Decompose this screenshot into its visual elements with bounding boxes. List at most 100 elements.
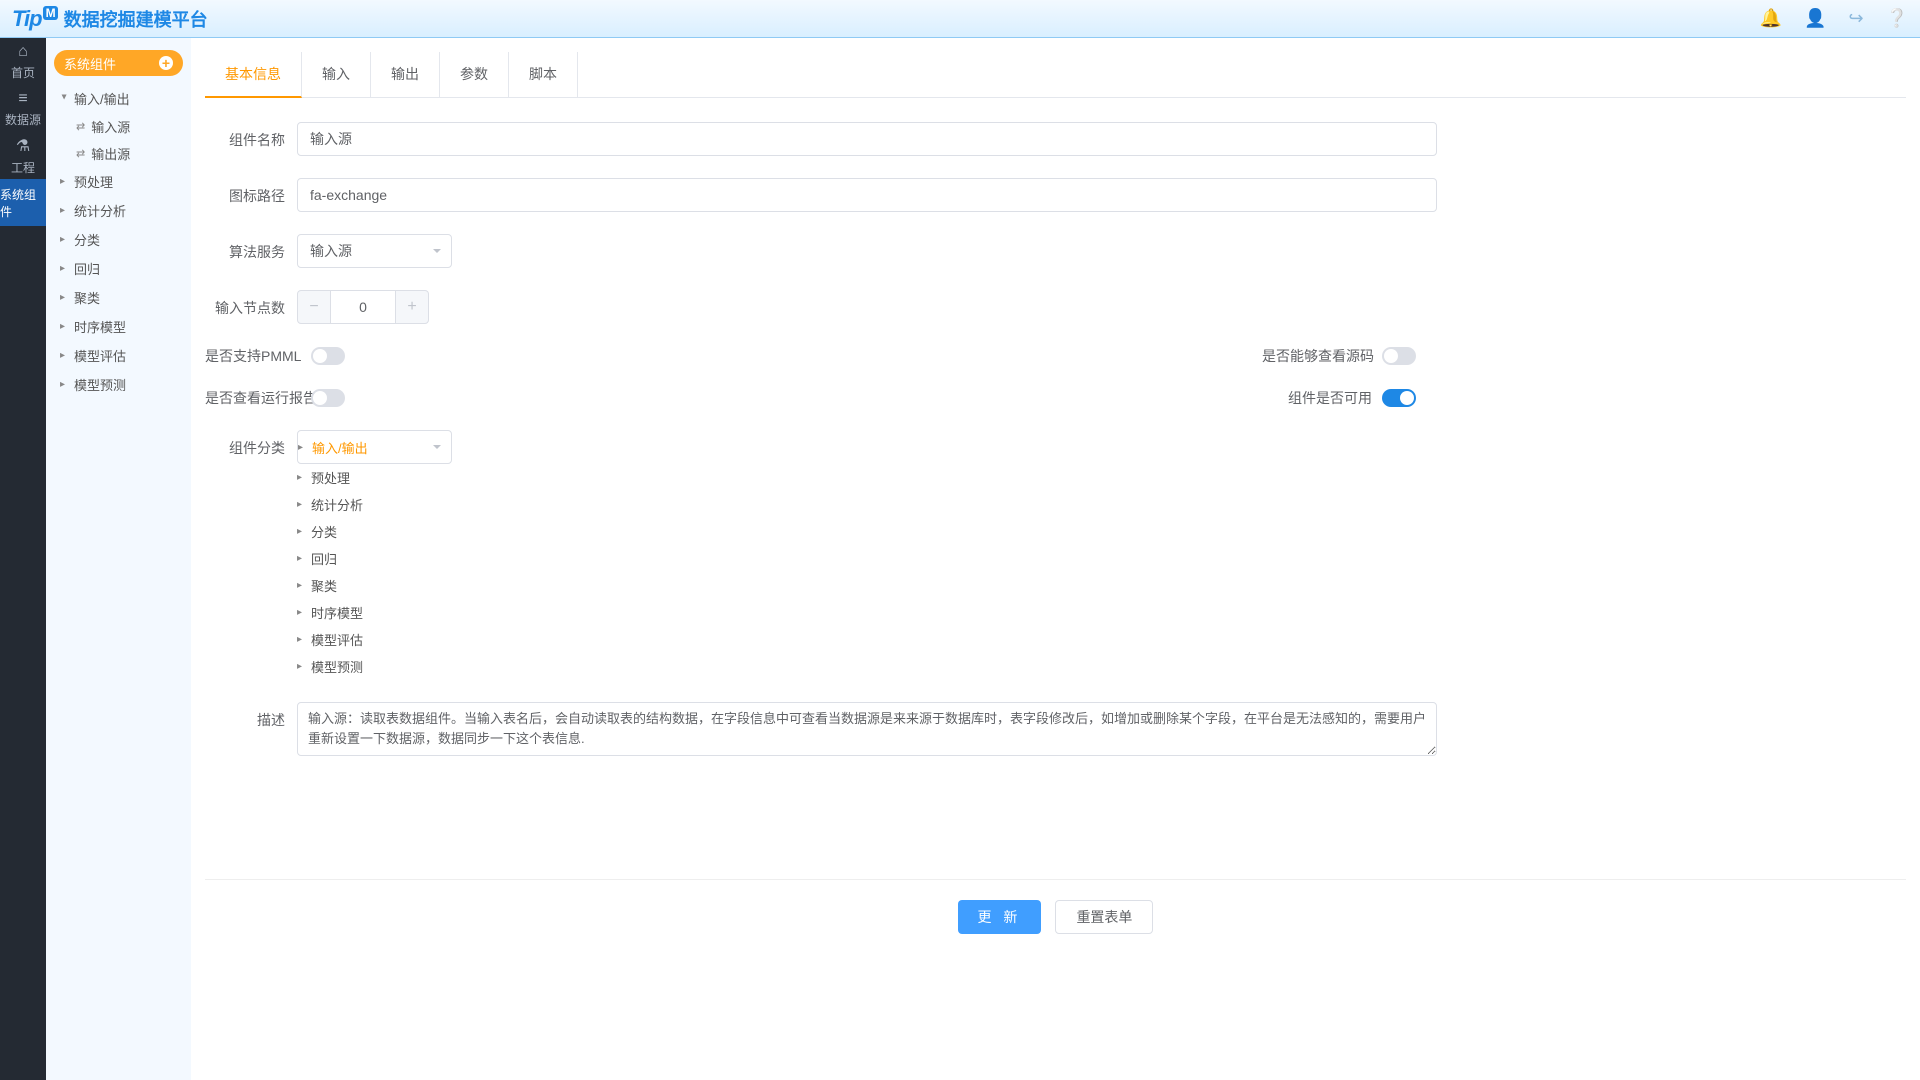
label-desc: 描述 [205, 702, 285, 730]
category-item-聚类[interactable]: ▸聚类 [297, 572, 1906, 599]
caret-icon: ▸ [60, 292, 68, 303]
tree-node-分类[interactable]: ▸ 分类 [54, 225, 183, 254]
caret-icon: ▸ [60, 205, 68, 216]
help-icon[interactable]: ❔ [1886, 8, 1908, 29]
exchange-icon: ⇄ [76, 120, 85, 133]
logo-text: Tip [12, 6, 42, 31]
tree-node-label: 模型评估 [74, 346, 126, 365]
tree-node-时序模型[interactable]: ▸时序模型 [54, 312, 183, 341]
reset-button[interactable]: 重置表单 [1055, 900, 1153, 934]
stepper-plus[interactable]: + [395, 290, 429, 324]
header-icons: 🔔 👤 ↪ ❔ [1760, 8, 1908, 29]
tree-header-pill[interactable]: 系统组件 + [54, 50, 183, 76]
tree-node-label: 预处理 [74, 172, 113, 191]
rail-label: 工程 [11, 159, 35, 176]
tree-node-统计分析[interactable]: ▸统计分析 [54, 196, 183, 225]
tree-node-label: 输入/输出 [74, 89, 130, 108]
label-enable: 组件是否可用 [1262, 388, 1372, 408]
rail-label: 数据源 [5, 111, 41, 128]
category-item-时序模型[interactable]: ▸时序模型 [297, 599, 1906, 626]
tree-leaf-输出源[interactable]: ⇄ 输出源 [54, 140, 183, 167]
caret-icon: ▸ [297, 580, 305, 591]
tab-输入[interactable]: 输入 [302, 52, 371, 97]
category-label: 回归 [311, 549, 337, 568]
form-actions: 更 新 重置表单 [205, 879, 1906, 954]
update-button[interactable]: 更 新 [958, 900, 1042, 934]
node-count-stepper: − + [297, 290, 1906, 324]
caret-icon: ▸ [297, 499, 305, 510]
app-title: 数据挖掘建模平台 [64, 6, 208, 32]
tree-node-聚类[interactable]: ▸ 聚类 [54, 283, 183, 312]
exchange-icon: ⇄ [76, 147, 85, 160]
caret-icon: ▸ [297, 472, 305, 483]
flask-icon: ⚗ [16, 136, 30, 156]
label-report: 是否查看运行报告 [205, 388, 301, 408]
tree-node-label: 分类 [74, 230, 100, 249]
form: 组件名称 图标路径 算法服务 输入源 输入节点数 − + [205, 98, 1906, 954]
caret-icon: ▸ [60, 379, 68, 390]
enable-switch[interactable] [1382, 389, 1416, 407]
caret-icon: ▸ [60, 234, 68, 245]
node-count-input[interactable] [331, 290, 395, 324]
icon-path-input[interactable] [297, 178, 1437, 212]
category-item-输入/输出[interactable]: ▸输入/输出 [297, 430, 452, 464]
tree-node-输入/输出[interactable]: ▸ 输入/输出 [54, 84, 183, 113]
category-item-分类[interactable]: ▸分类 [297, 518, 1906, 545]
tab-基本信息[interactable]: 基本信息 [205, 52, 302, 98]
caret-icon: ▸ [59, 95, 70, 103]
stepper-minus[interactable]: − [297, 290, 331, 324]
pmml-switch[interactable] [311, 347, 345, 365]
label-icon-path: 图标路径 [205, 178, 285, 206]
caret-icon: ▸ [297, 634, 305, 645]
tree-node-label: 模型预测 [74, 375, 126, 394]
logout-icon[interactable]: ↪ [1848, 8, 1863, 29]
category-item-回归[interactable]: ▸回归 [297, 545, 1906, 572]
category-item-统计分析[interactable]: ▸统计分析 [297, 491, 1906, 518]
logo: TipM [12, 6, 58, 32]
rail-label: 系统组件 [0, 186, 46, 220]
caret-icon: ▸ [297, 661, 305, 672]
component-tree: 系统组件 + ▸输入/输出⇄输入源⇄输出源▸预处理▸统计分析▸分类▸回归▸聚类▸… [46, 38, 191, 1080]
label-node-count: 输入节点数 [205, 290, 285, 318]
label-category: 组件分类 [205, 430, 285, 458]
tree-node-预处理[interactable]: ▸ 预处理 [54, 167, 183, 196]
tree-leaf-label: 输出源 [91, 144, 130, 163]
category-label: 预处理 [311, 468, 350, 487]
tree-leaf-输入源[interactable]: ⇄ 输入源 [54, 113, 183, 140]
report-switch[interactable] [311, 389, 345, 407]
rail-label: 首页 [11, 64, 35, 81]
tree-node-回归[interactable]: ▸回归 [54, 254, 183, 283]
tabs: 基本信息输入输出参数脚本 [205, 52, 1906, 98]
bell-icon[interactable]: 🔔 [1760, 8, 1782, 29]
category-item-模型评估[interactable]: ▸模型评估 [297, 626, 1906, 653]
source-switch[interactable] [1382, 347, 1416, 365]
rail-item-工程[interactable]: ⚗ 工程 [0, 132, 46, 179]
tree-node-模型评估[interactable]: ▸模型评估 [54, 341, 183, 370]
rail-item-数据源[interactable]: ≡数据源 [0, 85, 46, 132]
tab-输出[interactable]: 输出 [371, 52, 440, 97]
main-panel: 基本信息输入输出参数脚本 组件名称 图标路径 算法服务 输入源 输入节点数 − [191, 38, 1920, 1080]
component-name-input[interactable] [297, 122, 1437, 156]
category-label: 模型预测 [311, 657, 363, 676]
rail-item-首页[interactable]: ⌂首页 [0, 38, 46, 85]
tab-脚本[interactable]: 脚本 [509, 52, 578, 97]
label-component-name: 组件名称 [205, 122, 285, 150]
category-item-模型预测[interactable]: ▸ 模型预测 [297, 653, 1906, 680]
rail-item-系统组件[interactable]: 系统组件 [0, 179, 46, 226]
tree-node-label: 时序模型 [74, 317, 126, 336]
category-label: 时序模型 [311, 603, 363, 622]
user-icon[interactable]: 👤 [1804, 8, 1826, 29]
tree-node-label: 聚类 [74, 288, 100, 307]
left-rail: ⌂首页≡数据源 ⚗ 工程系统组件 [0, 38, 46, 1080]
tree-leaf-label: 输入源 [91, 117, 130, 136]
category-item-预处理[interactable]: ▸ 预处理 [297, 464, 1906, 491]
description-textarea[interactable] [297, 702, 1437, 756]
tab-参数[interactable]: 参数 [440, 52, 509, 97]
tree-node-模型预测[interactable]: ▸ 模型预测 [54, 370, 183, 399]
caret-icon: ▸ [60, 263, 68, 274]
logo-badge: M [43, 6, 58, 20]
service-select[interactable]: 输入源 [297, 234, 452, 268]
plus-icon[interactable]: + [159, 56, 173, 70]
tree-header-label: 系统组件 [64, 54, 116, 73]
caret-icon: ▸ [60, 176, 68, 187]
